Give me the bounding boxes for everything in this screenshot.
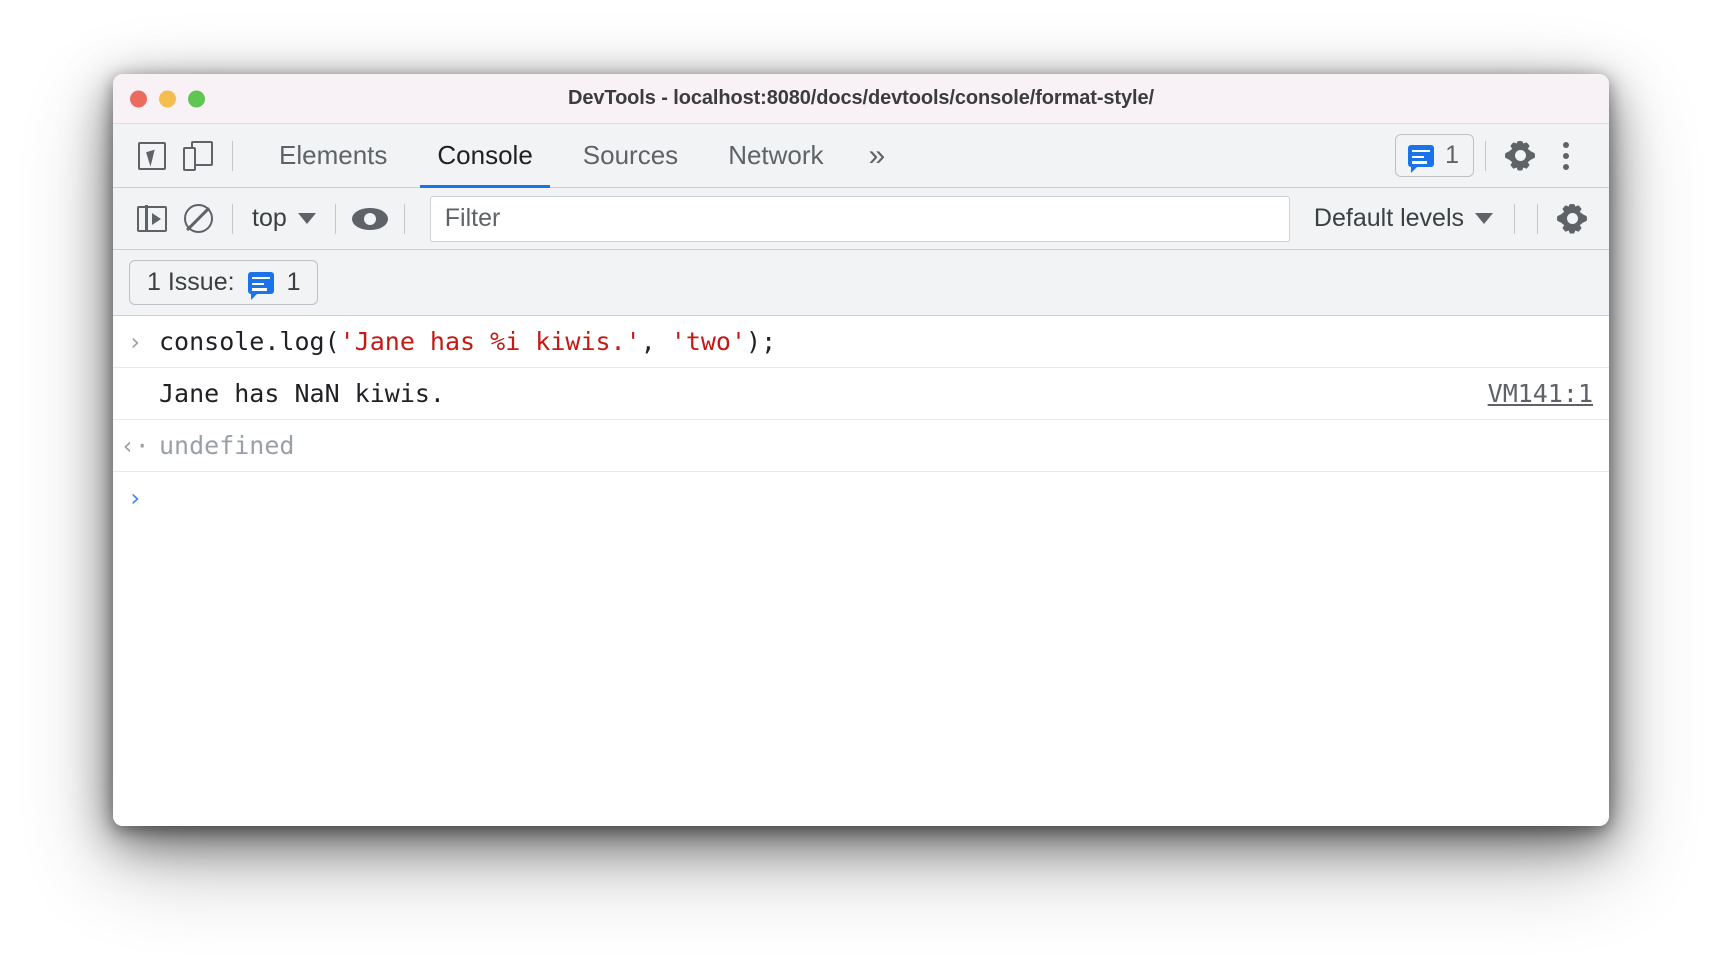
devtools-settings-button[interactable] xyxy=(1497,133,1543,179)
console-settings-button[interactable] xyxy=(1549,196,1595,242)
tab-network[interactable]: Network xyxy=(703,124,848,188)
panel-tabs: Elements Console Sources Network » xyxy=(254,124,905,188)
more-tabs-button[interactable]: » xyxy=(849,124,906,188)
device-toolbar-button[interactable] xyxy=(175,133,221,179)
execution-context-label: top xyxy=(252,204,287,232)
issues-bubble-icon xyxy=(1408,144,1435,173)
screenshot-root: DevTools - localhost:8080/docs/devtools/… xyxy=(0,0,1722,974)
device-toolbar-icon xyxy=(183,140,213,171)
code-comma: , xyxy=(640,327,671,356)
code-string-arg: 'two' xyxy=(670,327,747,356)
tab-console[interactable]: Console xyxy=(412,124,557,188)
window-title: DevTools - localhost:8080/docs/devtools/… xyxy=(568,87,1154,109)
devtools-tab-bar: Elements Console Sources Network » 1 xyxy=(113,124,1609,188)
chevron-down-icon-levels xyxy=(1475,213,1493,224)
console-prompt-arrow-icon: › xyxy=(127,484,143,512)
tab-elements-label: Elements xyxy=(279,140,388,170)
console-log-message: Jane has NaN kiwis. xyxy=(159,379,445,408)
console-input-arrow-icon: › xyxy=(127,327,143,356)
console-toolbar: top Filter Default levels xyxy=(113,188,1609,250)
code-call-prefix: console.log( xyxy=(159,327,340,356)
tab-network-label: Network xyxy=(728,140,824,170)
issues-bar-count: 1 xyxy=(286,268,301,296)
log-levels-label: Default levels xyxy=(1313,204,1464,232)
filter-placeholder: Filter xyxy=(444,204,501,232)
minimize-window-button[interactable] xyxy=(159,90,176,107)
console-toolbar-divider-1 xyxy=(232,203,233,234)
issues-bar-button[interactable]: 1 Issue: 1 xyxy=(129,260,319,305)
console-input-code: console.log('Jane has %i kiwis.', 'two')… xyxy=(157,327,1593,356)
issues-badge-count: 1 xyxy=(1445,141,1459,169)
zoom-window-button[interactable] xyxy=(188,90,205,107)
issues-bubble-icon-bar xyxy=(247,271,274,300)
chevron-down-icon xyxy=(297,213,316,224)
console-toolbar-divider-2 xyxy=(334,203,336,234)
window-title-bar: DevTools - localhost:8080/docs/devtools/… xyxy=(113,74,1609,124)
console-result-value: undefined xyxy=(159,431,295,460)
console-prompt[interactable]: › xyxy=(113,472,1609,524)
gear-icon xyxy=(1505,140,1535,171)
clear-console-button[interactable] xyxy=(175,196,221,242)
tab-elements[interactable]: Elements xyxy=(254,124,412,188)
tab-sources[interactable]: Sources xyxy=(558,124,703,188)
issues-badge-button[interactable]: 1 xyxy=(1395,134,1474,177)
filter-input[interactable]: Filter xyxy=(429,195,1290,242)
toolbar-divider xyxy=(232,140,233,171)
console-result-arrow-icon: ‹· xyxy=(120,431,150,460)
console-toolbar-divider-3 xyxy=(403,203,405,234)
console-log-entry[interactable]: Jane has NaN kiwis. VM141:1 xyxy=(113,368,1609,420)
console-sidebar-toggle-button[interactable] xyxy=(129,196,175,242)
console-toolbar-divider-5 xyxy=(1537,203,1538,234)
chevron-double-right-icon: » xyxy=(868,138,886,172)
clear-console-icon xyxy=(183,204,213,233)
issues-bar: 1 Issue: 1 xyxy=(113,250,1609,316)
create-live-expression-button[interactable] xyxy=(347,196,393,242)
code-call-suffix: ); xyxy=(746,327,777,356)
execution-context-selector[interactable]: top xyxy=(244,204,324,233)
kebab-menu-icon xyxy=(1551,141,1581,171)
tab-console-label: Console xyxy=(437,140,533,170)
console-sidebar-icon xyxy=(137,204,167,233)
tab-sources-label: Sources xyxy=(582,140,679,170)
devtools-window: DevTools - localhost:8080/docs/devtools/… xyxy=(113,74,1609,826)
devtools-more-options-button[interactable] xyxy=(1543,133,1589,179)
console-output: › console.log('Jane has %i kiwis.', 'two… xyxy=(113,316,1609,826)
console-toolbar-divider-4 xyxy=(1514,203,1515,234)
console-input-entry[interactable]: › console.log('Jane has %i kiwis.', 'two… xyxy=(113,316,1609,368)
issues-bar-label: 1 Issue: xyxy=(147,268,235,296)
console-source-link[interactable]: VM141:1 xyxy=(1488,379,1593,408)
inspect-cursor-icon xyxy=(138,141,166,170)
code-string-format: 'Jane has %i kiwis.' xyxy=(339,327,641,356)
tab-bar-right-actions: 1 xyxy=(1395,133,1609,179)
tab-bar-divider xyxy=(1485,140,1486,171)
console-result-entry[interactable]: ‹· undefined xyxy=(113,420,1609,472)
log-levels-selector[interactable]: Default levels xyxy=(1304,204,1503,233)
eye-icon xyxy=(351,207,388,230)
close-window-button[interactable] xyxy=(130,90,147,107)
inspect-element-button[interactable] xyxy=(129,133,175,179)
window-controls[interactable] xyxy=(130,90,205,107)
console-settings-gear-icon xyxy=(1557,203,1587,234)
